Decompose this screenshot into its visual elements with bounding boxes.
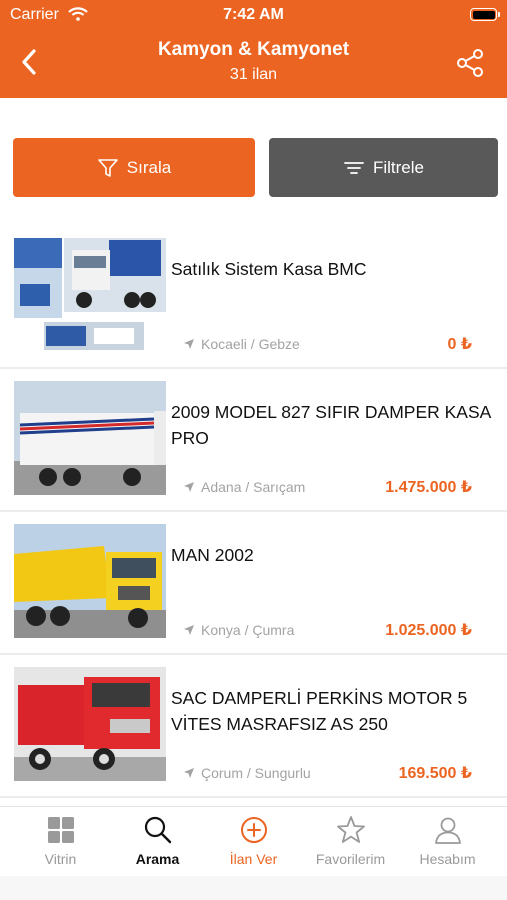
listing-item[interactable]: SAC DAMPERLİ PERKİNS MOTOR 5 VİTES MASRA… (0, 655, 507, 798)
listing-item[interactable]: 2009 MODEL 827 SIFIR DAMPER KASA PRO Ada… (0, 369, 507, 512)
status-time: 7:42 AM (223, 6, 284, 23)
listing-photo (14, 381, 166, 495)
location-text: Kocaeli / Gebze (201, 336, 300, 352)
filter-lines-icon (344, 161, 364, 174)
location-arrow-icon (184, 768, 194, 778)
listing-title: SAC DAMPERLİ PERKİNS MOTOR 5 VİTES MASRA… (171, 688, 468, 734)
user-icon (435, 817, 461, 844)
status-bar: Carrier 7:42 AM (0, 0, 507, 30)
tab-label: Hesabım (419, 851, 476, 867)
tab-label: Vitrin (44, 851, 77, 867)
app-header: Carrier 7:42 AM Kamyon & Kamyonet 31 ila… (0, 0, 507, 98)
filter-button[interactable]: Filtrele (269, 138, 498, 197)
add-circle-icon (241, 817, 267, 843)
listing-item[interactable]: MAN 2002 Konya / Çumra 1.025.000 ₺ (0, 512, 507, 655)
tab-bar: Vitrin Arama İlan Ver Favorilerim Hesabı… (0, 806, 507, 876)
sort-label: Sırala (126, 157, 172, 177)
tab-label: Arama (135, 851, 180, 867)
search-icon (144, 816, 172, 844)
location-arrow-icon (184, 482, 194, 492)
share-icon[interactable] (455, 48, 485, 78)
listing-price: 169.500 ₺ (398, 765, 472, 782)
grid-icon (48, 817, 74, 843)
tab-label: Favorilerim (315, 851, 386, 867)
tab-hesabim[interactable]: Hesabım (397, 807, 498, 877)
listing-location: Kocaeli / Gebze (183, 336, 300, 352)
listing-price: 1.025.000 ₺ (385, 622, 472, 639)
sort-button[interactable]: Sırala (13, 138, 255, 197)
listing-price: 1.475.000 ₺ (385, 479, 472, 496)
tab-vitrin[interactable]: Vitrin (10, 807, 111, 877)
listing-location: Adana / Sarıçam (183, 479, 305, 495)
tab-ilan-ver[interactable]: İlan Ver (203, 807, 304, 877)
location-text: Çorum / Sungurlu (201, 765, 311, 781)
battery-icon (470, 8, 500, 21)
star-icon (337, 816, 365, 843)
listing-title: 2009 MODEL 827 SIFIR DAMPER KASA PRO (171, 402, 491, 448)
filter-label: Filtrele (372, 157, 424, 177)
listing-location: Çorum / Sungurlu (183, 765, 311, 781)
listing-title: MAN 2002 (171, 545, 254, 565)
location-text: Konya / Çumra (201, 622, 295, 638)
listing-photo (14, 238, 166, 352)
page-title: Kamyon & Kamyonet (157, 39, 350, 60)
tab-favorilerim[interactable]: Favorilerim (300, 807, 401, 877)
location-text: Adana / Sarıçam (201, 479, 306, 495)
listing-title: Satılık Sistem Kasa BMC (171, 259, 367, 279)
listing-price: 0 ₺ (447, 336, 472, 353)
tab-arama[interactable]: Arama (107, 807, 208, 877)
home-indicator-area (0, 876, 507, 900)
listing-photo (14, 667, 166, 781)
listing-count: 31 ilan (229, 66, 278, 83)
location-arrow-icon (184, 339, 194, 349)
listing-location: Konya / Çumra (183, 622, 294, 638)
funnel-icon (97, 158, 118, 177)
listing-photo (14, 524, 166, 638)
tab-label: İlan Ver (229, 851, 278, 867)
location-arrow-icon (184, 625, 194, 635)
listing-item[interactable]: Satılık Sistem Kasa BMC Kocaeli / Gebze … (0, 226, 507, 369)
